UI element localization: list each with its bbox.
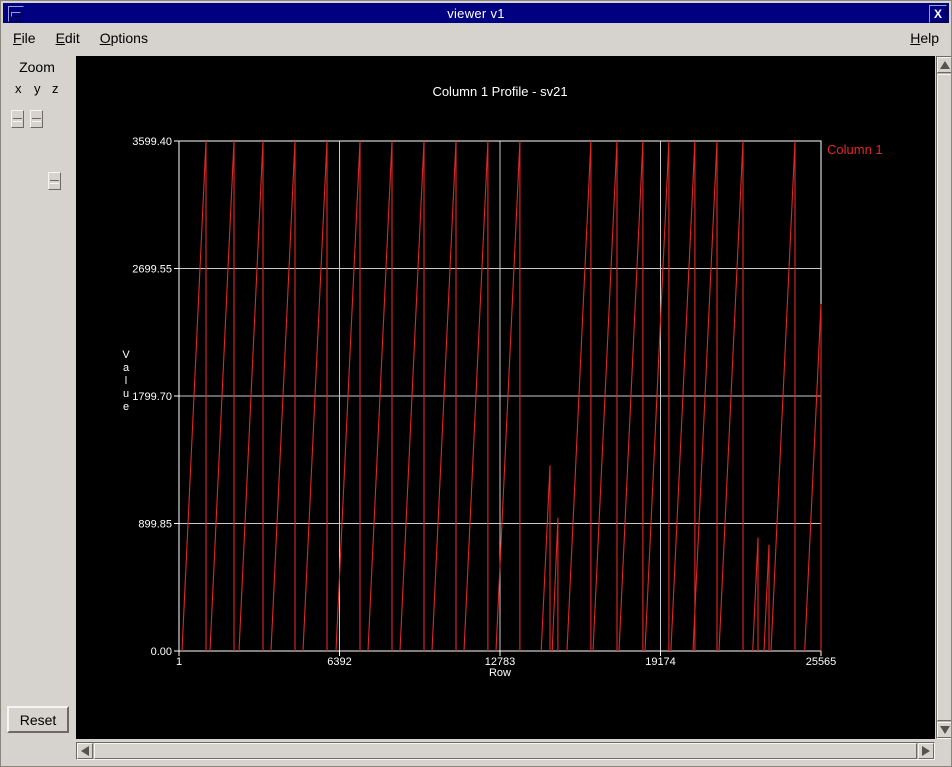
- scroll-left-button[interactable]: [77, 743, 93, 759]
- reset-button[interactable]: Reset: [7, 706, 69, 733]
- zoom-axis-label-x: x: [15, 81, 22, 96]
- left-arrow-icon: [81, 746, 89, 756]
- y-axis-title-letter: V: [122, 349, 130, 361]
- menu-item-help[interactable]: Help: [900, 27, 949, 49]
- app-window: viewer v1 X File Edit Options Help Zoom Re…: [0, 0, 952, 767]
- scroll-down-button[interactable]: [937, 722, 951, 738]
- menu-item-file[interactable]: File: [3, 27, 46, 49]
- down-arrow-icon: [939, 726, 950, 734]
- right-arrow-icon: [922, 746, 930, 756]
- y-tick-label: 0.00: [151, 646, 172, 658]
- menubar-right: Help: [900, 27, 951, 49]
- up-arrow-icon: [939, 61, 950, 69]
- close-button[interactable]: X: [929, 5, 947, 23]
- vertical-scrollbar[interactable]: [936, 56, 951, 739]
- zoom-slider-x[interactable]: [11, 110, 24, 128]
- slider-groove: [13, 118, 22, 122]
- y-tick-label: 899.85: [138, 519, 172, 531]
- y-axis-title-letter: u: [123, 388, 129, 400]
- vertical-scrollbar-thumb[interactable]: [937, 74, 951, 721]
- zoom-axis-label-z: z: [52, 81, 59, 96]
- x-axis-title: Row: [489, 667, 511, 679]
- x-tick-label: 19174: [645, 656, 676, 668]
- y-axis-title-letter: a: [123, 362, 130, 374]
- chart-title: Column 1 Profile - sv21: [432, 84, 567, 99]
- window-title: viewer v1: [447, 5, 505, 21]
- window-menu-bar-glyph: [11, 12, 21, 17]
- y-tick-label: 1799.70: [132, 391, 172, 403]
- zoom-axis-label-y: y: [34, 81, 41, 96]
- slider-groove: [32, 118, 41, 122]
- content-area: Zoom Reset xyz 1 6392 12783 19174 25565 0.00 8…: [1, 51, 951, 766]
- slider-groove: [50, 180, 59, 184]
- plot-viewport: 1 6392 12783 19174 25565 0.00 899.85 1799.70 269…: [76, 56, 935, 739]
- horizontal-scrollbar[interactable]: [76, 742, 935, 760]
- y-tick-label: 2699.55: [132, 264, 172, 276]
- menubar-left: File Edit Options: [1, 27, 158, 49]
- scroll-up-button[interactable]: [937, 57, 951, 73]
- legend-column-1: Column 1: [827, 142, 883, 157]
- x-tick-label: 1: [176, 656, 182, 668]
- horizontal-scrollbar-thumb[interactable]: [94, 743, 917, 759]
- zoom-panel-title: Zoom: [19, 59, 55, 75]
- zoom-panel: Zoom Reset xyz: [1, 51, 76, 766]
- menu-item-options[interactable]: Options: [90, 27, 158, 49]
- zoom-slider-z[interactable]: [48, 172, 61, 190]
- scroll-right-button[interactable]: [918, 743, 934, 759]
- y-tick-label: 3599.40: [132, 136, 172, 148]
- menubar: File Edit Options Help: [1, 24, 951, 52]
- chart: 1 6392 12783 19174 255650.00899.851799.70269…: [122, 84, 883, 679]
- window-menu-icon[interactable]: [8, 6, 24, 22]
- y-axis-title-letter: l: [125, 375, 127, 387]
- x-tick-label: 6392: [327, 656, 351, 668]
- titlebar[interactable]: viewer v1 X: [3, 3, 949, 23]
- menu-item-edit[interactable]: Edit: [46, 27, 90, 49]
- y-axis-title-letter: e: [123, 401, 129, 413]
- x-tick-label: 25565: [806, 656, 837, 668]
- zoom-slider-y[interactable]: [30, 110, 43, 128]
